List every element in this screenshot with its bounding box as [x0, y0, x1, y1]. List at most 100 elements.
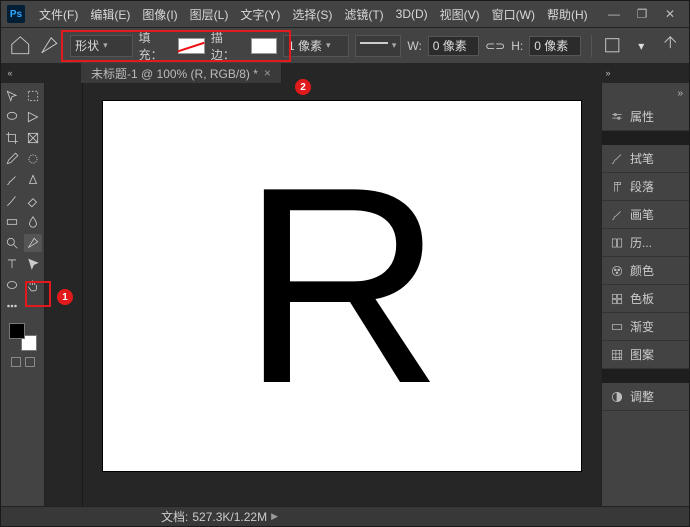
tool-options-bar: 形状 ▾ 填充： 描边： 1 像素 ▾ ▾ W: 0 像素 ⊂⊃ H: 0 像素…: [1, 27, 689, 63]
artboard-tool[interactable]: [24, 87, 42, 105]
panel-swatches[interactable]: 色板: [602, 285, 689, 313]
pen-tool[interactable]: [24, 234, 42, 252]
clone-stamp-tool[interactable]: [24, 171, 42, 189]
right-panel-dock: » 属性 拭笔 段落 画笔 历...: [601, 83, 689, 506]
eyedropper-tool[interactable]: [3, 150, 21, 168]
frame-tool[interactable]: [24, 129, 42, 147]
stroke-swatch[interactable]: [251, 38, 277, 54]
gradient-tool[interactable]: [3, 213, 21, 231]
panel-pattern[interactable]: 图案: [602, 341, 689, 369]
canvas-row: R: [45, 83, 601, 506]
link-wh-icon[interactable]: ⊂⊃: [485, 39, 505, 53]
path-align-icon[interactable]: [601, 34, 624, 58]
ellipse-tool[interactable]: [3, 276, 21, 294]
document-canvas[interactable]: R: [103, 101, 581, 471]
eraser-tool[interactable]: [24, 192, 42, 210]
menu-type[interactable]: 文字(Y): [234, 6, 286, 23]
quick-select-tool[interactable]: [24, 108, 42, 126]
separator: [591, 35, 592, 57]
canvas-viewport[interactable]: R: [83, 83, 601, 506]
menu-filter[interactable]: 滤镜(T): [338, 6, 389, 23]
menu-3d[interactable]: 3D(D): [390, 7, 434, 21]
brush-tool[interactable]: [3, 171, 21, 189]
pen-tool-icon[interactable]: [38, 34, 61, 58]
screen-mode-icons[interactable]: [11, 357, 35, 367]
blur-tool[interactable]: [24, 213, 42, 231]
photoshop-window: Ps 文件(F) 编辑(E) 图像(I) 图层(L) 文字(Y) 选择(S) 滤…: [0, 0, 690, 527]
menu-edit[interactable]: 编辑(E): [84, 6, 136, 23]
screenmode-icon[interactable]: [25, 357, 35, 367]
menu-image[interactable]: 图像(I): [136, 6, 183, 23]
home-icon[interactable]: [9, 34, 32, 58]
stroke-width-dropdown[interactable]: 1 像素 ▾: [283, 35, 349, 57]
move-tool[interactable]: [3, 87, 21, 105]
width-input[interactable]: 0 像素: [428, 36, 479, 56]
toolbox: [1, 83, 45, 506]
chevron-down-icon: ▾: [326, 40, 331, 51]
height-label: H:: [511, 39, 523, 53]
maximize-button[interactable]: ❐: [635, 7, 649, 21]
collapse-right-icon[interactable]: »: [599, 68, 617, 78]
panel-properties[interactable]: 属性: [602, 103, 689, 131]
fill-label: 填充：: [139, 29, 173, 63]
collapse-left-icon[interactable]: «: [1, 68, 19, 78]
width-label: W:: [407, 39, 421, 53]
stroke-style-dropdown[interactable]: ▾: [355, 35, 401, 57]
menu-view[interactable]: 视图(V): [434, 6, 486, 23]
collapse-panels-icon[interactable]: »: [602, 83, 689, 103]
window-controls: — ❐ ✕: [601, 7, 683, 21]
panel-history[interactable]: 历...: [602, 229, 689, 257]
edit-toolbar[interactable]: [24, 297, 42, 315]
canvas-content-letter: R: [241, 146, 443, 426]
minimize-button[interactable]: —: [607, 7, 621, 21]
menubar: Ps 文件(F) 编辑(E) 图像(I) 图层(L) 文字(Y) 选择(S) 滤…: [1, 1, 689, 27]
foreground-background-swatch[interactable]: [9, 323, 37, 351]
stroke-label: 描边：: [211, 29, 245, 63]
chevron-down-icon: ▾: [103, 40, 108, 51]
document-tab-bar: « 未标题-1 @ 100% (R, RGB/8) * × »: [1, 63, 689, 83]
status-value: 527.3K/1.22M: [192, 510, 267, 524]
share-icon[interactable]: [659, 34, 682, 58]
close-button[interactable]: ✕: [663, 7, 677, 21]
chevron-down-icon: ▾: [392, 40, 397, 51]
panel-color[interactable]: 颜色: [602, 257, 689, 285]
crop-tool[interactable]: [3, 129, 21, 147]
annotation-badge-1: 1: [57, 289, 73, 305]
fg-color-swatch[interactable]: [9, 323, 25, 339]
height-input[interactable]: 0 像素: [529, 36, 580, 56]
lasso-tool[interactable]: [3, 108, 21, 126]
stroke-preview-icon: [360, 42, 387, 54]
main-area: R » 属性 拭笔 段落 画笔: [1, 83, 689, 506]
dots-tool[interactable]: [3, 297, 21, 315]
status-label: 文档:: [161, 508, 188, 525]
menu-layer[interactable]: 图层(L): [184, 6, 235, 23]
hand-tool[interactable]: [24, 276, 42, 294]
panel-adjustments[interactable]: 调整: [602, 383, 689, 411]
path-select-tool[interactable]: [24, 255, 42, 273]
path-arrangement-icon[interactable]: ▾: [630, 34, 653, 58]
shape-mode-dropdown[interactable]: 形状 ▾: [70, 35, 133, 57]
menu-window[interactable]: 窗口(W): [486, 6, 541, 23]
document-tab[interactable]: 未标题-1 @ 100% (R, RGB/8) * ×: [81, 63, 282, 83]
shape-mode-label: 形状: [75, 37, 99, 54]
annotation-badge-2: 2: [295, 79, 311, 95]
menu-select[interactable]: 选择(S): [286, 6, 338, 23]
panel-brush[interactable]: 画笔: [602, 201, 689, 229]
history-brush-tool[interactable]: [3, 192, 21, 210]
status-bar: 文档: 527.3K/1.22M ▶: [1, 506, 689, 526]
spot-heal-tool[interactable]: [24, 150, 42, 168]
panel-paragraph[interactable]: 段落: [602, 173, 689, 201]
menu-help[interactable]: 帮助(H): [541, 6, 594, 23]
zoom-tool[interactable]: [3, 234, 21, 252]
menu-file[interactable]: 文件(F): [33, 6, 84, 23]
close-tab-icon[interactable]: ×: [264, 66, 271, 80]
status-menu-icon[interactable]: ▶: [271, 511, 278, 522]
canvas-column: R: [45, 83, 601, 506]
type-tool[interactable]: [3, 255, 21, 273]
quickmask-icon[interactable]: [11, 357, 21, 367]
ps-logo-icon: Ps: [7, 5, 25, 23]
panel-gradient[interactable]: 渐变: [602, 313, 689, 341]
document-tab-title: 未标题-1 @ 100% (R, RGB/8) *: [91, 65, 258, 82]
panel-brush-presets[interactable]: 拭笔: [602, 145, 689, 173]
fill-swatch[interactable]: [178, 38, 204, 54]
